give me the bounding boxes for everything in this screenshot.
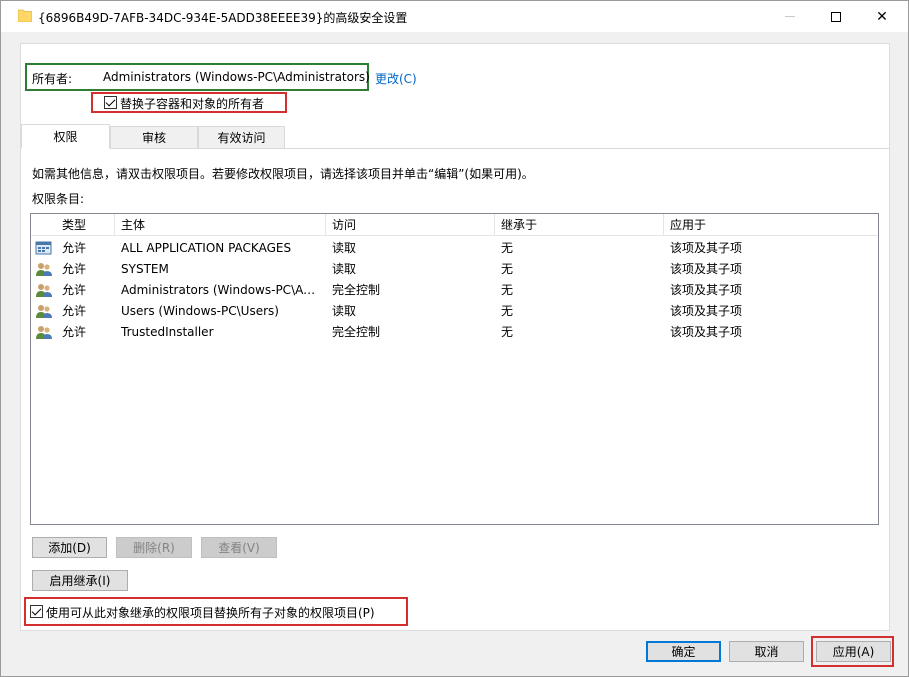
maximize-icon bbox=[831, 11, 841, 22]
replace-owner-label[interactable]: 替换子容器和对象的所有者 bbox=[120, 95, 264, 112]
minimize-icon bbox=[785, 16, 795, 17]
row-access: 完全控制 bbox=[332, 283, 381, 297]
table-row[interactable]: 允许 SYSTEM 读取 无 该项及其子项 bbox=[31, 259, 878, 280]
close-icon: ✕ bbox=[876, 8, 888, 25]
row-access: 读取 bbox=[332, 262, 357, 276]
apply-button[interactable]: 应用(A) bbox=[816, 641, 891, 662]
table-row[interactable]: 允许 Administrators (Windows-PC\Ad... 完全控制… bbox=[31, 280, 878, 301]
row-access: 完全控制 bbox=[332, 325, 381, 339]
row-applies-to: 该项及其子项 bbox=[670, 241, 743, 255]
row-applies-to: 该项及其子项 bbox=[670, 262, 743, 276]
change-owner-link[interactable]: 更改(C) bbox=[375, 70, 417, 87]
users-icon bbox=[36, 326, 52, 339]
row-applies-to: 该项及其子项 bbox=[670, 325, 743, 339]
replace-owner-checkbox[interactable] bbox=[104, 96, 117, 109]
permission-entries-label: 权限条目: bbox=[32, 192, 85, 206]
view-button[interactable]: 查看(V) bbox=[201, 537, 277, 558]
table-row[interactable]: 允许 Users (Windows-PC\Users) 读取 无 该项及其子项 bbox=[31, 301, 878, 322]
column-header-applies-to[interactable]: 应用于 bbox=[664, 214, 878, 236]
row-inherited-from: 无 bbox=[501, 304, 514, 318]
replace-child-permissions-checkbox[interactable] bbox=[30, 605, 43, 618]
users-icon bbox=[36, 284, 52, 297]
row-principal: Users (Windows-PC\Users) bbox=[121, 304, 279, 318]
row-type: 允许 bbox=[62, 283, 87, 297]
add-button[interactable]: 添加(D) bbox=[32, 537, 107, 558]
maximize-button[interactable] bbox=[813, 1, 859, 32]
cancel-button[interactable]: 取消 bbox=[729, 641, 804, 662]
app-packages-icon bbox=[35, 241, 52, 255]
remove-button[interactable]: 删除(R) bbox=[116, 537, 192, 558]
dialog-window: {6896B49D-7AFB-34DC-934E-5ADD38EEEE39}的高… bbox=[0, 0, 909, 677]
row-inherited-from: 无 bbox=[501, 325, 514, 339]
column-header-type[interactable]: 类型 bbox=[56, 214, 115, 236]
info-text: 如需其他信息，请双击权限项目。若要修改权限项目，请选择该项目并单击“编辑”(如果… bbox=[32, 167, 534, 181]
row-principal: Administrators (Windows-PC\Ad... bbox=[121, 283, 321, 297]
row-principal: TrustedInstaller bbox=[121, 325, 214, 339]
users-icon bbox=[36, 263, 52, 276]
column-header-inherited-from[interactable]: 继承于 bbox=[495, 214, 664, 236]
row-access: 读取 bbox=[332, 304, 357, 318]
owner-label: 所有者: bbox=[32, 72, 73, 86]
row-principal: SYSTEM bbox=[121, 262, 169, 276]
owner-value: Administrators (Windows-PC\Administrator… bbox=[103, 70, 370, 84]
row-type: 允许 bbox=[62, 262, 87, 276]
close-button[interactable]: ✕ bbox=[859, 1, 905, 32]
tab-auditing[interactable]: 审核 bbox=[110, 126, 198, 149]
tab-permissions[interactable]: 权限 bbox=[21, 124, 110, 149]
permission-entries-list[interactable]: 类型 主体 访问 继承于 应用于 允许 ALL APPLICATION PACK… bbox=[30, 213, 879, 525]
row-inherited-from: 无 bbox=[501, 262, 514, 276]
ok-button[interactable]: 确定 bbox=[646, 641, 721, 662]
enable-inheritance-button[interactable]: 启用继承(I) bbox=[32, 570, 128, 591]
row-inherited-from: 无 bbox=[501, 283, 514, 297]
window-title: {6896B49D-7AFB-34DC-934E-5ADD38EEEE39}的高… bbox=[38, 11, 408, 25]
row-access: 读取 bbox=[332, 241, 357, 255]
tab-effective-access[interactable]: 有效访问 bbox=[198, 126, 285, 149]
row-type: 允许 bbox=[62, 325, 87, 339]
folder-icon bbox=[18, 9, 32, 22]
column-header-access[interactable]: 访问 bbox=[326, 214, 495, 236]
row-inherited-from: 无 bbox=[501, 241, 514, 255]
row-principal: ALL APPLICATION PACKAGES bbox=[121, 241, 292, 255]
row-applies-to: 该项及其子项 bbox=[670, 283, 743, 297]
row-type: 允许 bbox=[62, 304, 87, 318]
column-header-principal[interactable]: 主体 bbox=[115, 214, 326, 236]
row-applies-to: 该项及其子项 bbox=[670, 304, 743, 318]
list-header: 类型 主体 访问 继承于 应用于 bbox=[31, 214, 878, 236]
minimize-button[interactable] bbox=[767, 1, 813, 32]
row-type: 允许 bbox=[62, 241, 87, 255]
table-row[interactable]: 允许 ALL APPLICATION PACKAGES 读取 无 该项及其子项 bbox=[31, 238, 878, 259]
users-icon bbox=[36, 305, 52, 318]
title-bar[interactable]: {6896B49D-7AFB-34DC-934E-5ADD38EEEE39}的高… bbox=[1, 1, 908, 32]
table-row[interactable]: 允许 TrustedInstaller 完全控制 无 该项及其子项 bbox=[31, 322, 878, 343]
replace-child-permissions-label[interactable]: 使用可从此对象继承的权限项目替换所有子对象的权限项目(P) bbox=[46, 604, 375, 621]
